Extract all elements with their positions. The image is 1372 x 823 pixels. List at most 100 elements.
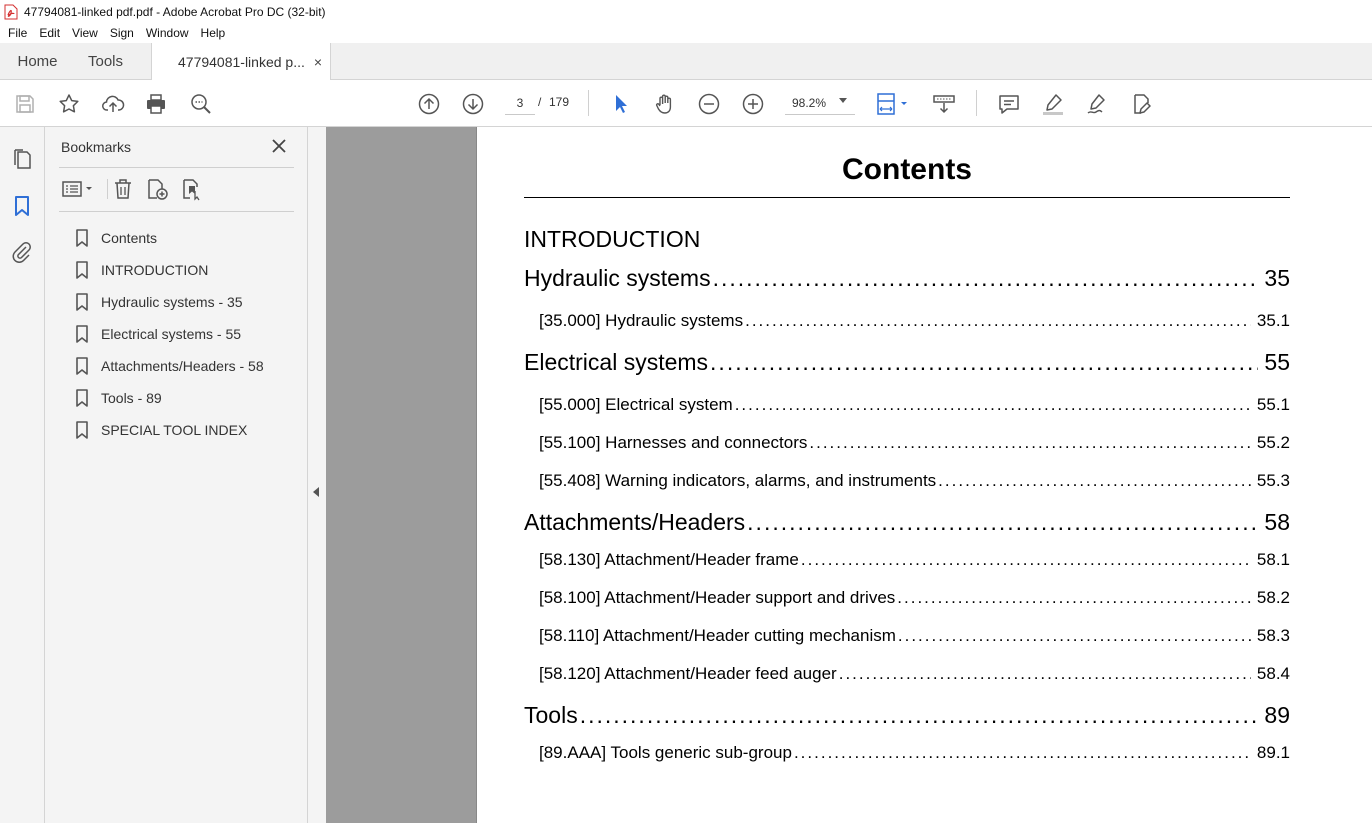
upload-icon[interactable] — [100, 91, 126, 117]
zoom-out-icon[interactable] — [696, 91, 722, 117]
toc-leader — [710, 349, 1258, 376]
bookmark-label: SPECIAL TOOL INDEX — [101, 422, 248, 438]
toc-entry[interactable]: [58.110] Attachment/Header cutting mecha… — [539, 626, 1290, 646]
menu-bar: File Edit View Sign Window Help — [0, 23, 1372, 43]
toc-entry[interactable]: [55.408] Warning indicators, alarms, and… — [539, 471, 1290, 491]
tab-home[interactable]: Home — [0, 43, 75, 79]
toc-entry[interactable]: [55.000] Electrical system 55.1 — [539, 395, 1290, 415]
toc-entry[interactable]: [58.130] Attachment/Header frame 58.1 — [539, 550, 1290, 570]
comment-icon[interactable] — [996, 91, 1022, 117]
bookmark-icon — [76, 325, 88, 343]
bookmark-star-icon[interactable] — [56, 91, 82, 117]
toc-entry[interactable]: Hydraulic systems 35 — [524, 265, 1290, 292]
toc-leader — [713, 265, 1259, 292]
toc-entry-page: 58.1 — [1256, 550, 1290, 569]
attachments-icon[interactable] — [10, 240, 34, 264]
panel-splitter[interactable] — [308, 127, 326, 823]
bookmark-icon — [76, 261, 88, 279]
menu-file[interactable]: File — [2, 26, 33, 40]
menu-view[interactable]: View — [66, 26, 104, 40]
options-menu-icon[interactable] — [61, 177, 97, 201]
delete-bookmark-icon[interactable] — [111, 177, 135, 201]
edit-pdf-icon[interactable] — [1128, 91, 1154, 117]
collapse-arrow-icon[interactable] — [313, 487, 319, 497]
next-page-icon[interactable] — [460, 91, 486, 117]
bookmarks-panel-title: Bookmarks — [61, 139, 132, 155]
bookmark-item[interactable]: Attachments/Headers - 58 — [75, 350, 264, 382]
bookmark-item[interactable]: Tools - 89 — [75, 382, 264, 414]
zoom-in-icon[interactable] — [740, 91, 766, 117]
acrobat-app-icon — [4, 4, 18, 19]
pdf-page: Contents INTRODUCTION Hydraulic systems 3… — [476, 127, 1372, 823]
bookmark-icon — [76, 389, 88, 407]
toc-entry[interactable]: [58.100] Attachment/Header support and d… — [539, 588, 1290, 608]
toc-leader — [839, 664, 1251, 684]
toc-entry-page: 35.1 — [1256, 311, 1290, 330]
scroll-mode-icon[interactable] — [931, 91, 957, 117]
toc-entry[interactable]: [55.100] Harnesses and connectors 55.2 — [539, 433, 1290, 453]
document-viewer[interactable]: Contents INTRODUCTION Hydraulic systems 3… — [326, 127, 1372, 823]
bookmark-item[interactable]: INTRODUCTION — [75, 254, 264, 286]
toc-leader — [938, 471, 1251, 491]
page-number-input[interactable] — [505, 91, 535, 115]
bookmark-item[interactable]: Electrical systems - 55 — [75, 318, 264, 350]
menu-sign[interactable]: Sign — [104, 26, 140, 40]
toc-entry-page: 55.2 — [1256, 433, 1290, 452]
bookmark-label: Contents — [101, 230, 158, 246]
panel-divider — [59, 211, 294, 212]
bookmark-label: Tools - 89 — [101, 390, 162, 406]
toc-entry-page: 58 — [1264, 509, 1290, 535]
toolbar — [0, 80, 1372, 127]
toc-entry[interactable]: [89.AAA] Tools generic sub-group 89.1 — [539, 743, 1290, 763]
select-cursor-icon[interactable] — [608, 91, 634, 117]
search-zoom-icon[interactable] — [188, 91, 214, 117]
tab-tools[interactable]: Tools — [75, 43, 151, 79]
toc-entry-text: Electrical systems — [524, 349, 709, 375]
toolbar-divider — [976, 90, 977, 116]
bookmark-item[interactable]: SPECIAL TOOL INDEX — [75, 414, 264, 446]
toc-leader — [898, 626, 1251, 646]
page-thumbnails-icon[interactable] — [10, 147, 34, 171]
bookmark-item[interactable]: Contents — [75, 222, 264, 254]
toc-entry-text: [35.000] Hydraulic systems — [539, 311, 744, 330]
toc-entry[interactable]: Attachments/Headers 58 — [524, 509, 1290, 536]
hand-icon[interactable] — [652, 91, 678, 117]
bookmark-icon — [76, 421, 88, 439]
sign-icon[interactable] — [1084, 91, 1110, 117]
close-panel-icon[interactable] — [269, 136, 289, 156]
menu-window[interactable]: Window — [140, 26, 195, 40]
toc-entry-page: 55 — [1264, 349, 1290, 375]
close-tab-icon[interactable]: × — [314, 54, 322, 70]
tool-divider — [107, 179, 108, 199]
highlight-icon[interactable] — [1040, 91, 1066, 117]
toc-entry-page: 58.4 — [1256, 664, 1290, 683]
tab-bar: Home Tools 47794081-linked p... × — [0, 43, 1372, 81]
zoom-select[interactable]: 98.2% — [785, 91, 855, 115]
toc-leader — [580, 702, 1259, 729]
menu-help[interactable]: Help — [195, 26, 232, 40]
toolbar-divider — [588, 90, 589, 116]
toc-entry[interactable]: [35.000] Hydraulic systems 35.1 — [539, 311, 1290, 331]
window-title: 47794081-linked pdf.pdf - Adobe Acrobat … — [24, 4, 326, 19]
title-bar: 47794081-linked pdf.pdf - Adobe Acrobat … — [0, 0, 1372, 23]
prev-page-icon[interactable] — [416, 91, 442, 117]
bookmarks-icon[interactable] — [10, 194, 34, 218]
page-fit-icon[interactable] — [875, 91, 911, 117]
toc-entry[interactable]: Tools 89 — [524, 702, 1290, 729]
toc-leader — [897, 588, 1251, 608]
toc-entry-page: 55.3 — [1256, 471, 1290, 490]
bookmark-from-selection-icon[interactable] — [180, 177, 204, 201]
document-heading: Contents — [842, 153, 972, 186]
save-icon[interactable] — [12, 91, 38, 117]
print-icon[interactable] — [143, 91, 169, 117]
toc-entry[interactable]: Electrical systems 55 — [524, 349, 1290, 376]
bookmark-item[interactable]: Hydraulic systems - 35 — [75, 286, 264, 318]
new-bookmark-icon[interactable] — [145, 177, 169, 201]
menu-edit[interactable]: Edit — [33, 26, 66, 40]
toc-entry-page: 89 — [1264, 702, 1290, 728]
toc-entry-text: [55.100] Harnesses and connectors — [539, 433, 808, 452]
toc-entry[interactable]: [58.120] Attachment/Header feed auger 58.… — [539, 664, 1290, 684]
toc-entry-text: [55.000] Electrical system — [539, 395, 733, 414]
tab-document[interactable]: 47794081-linked p... × — [151, 43, 331, 81]
toc-introduction[interactable]: INTRODUCTION — [524, 226, 700, 253]
